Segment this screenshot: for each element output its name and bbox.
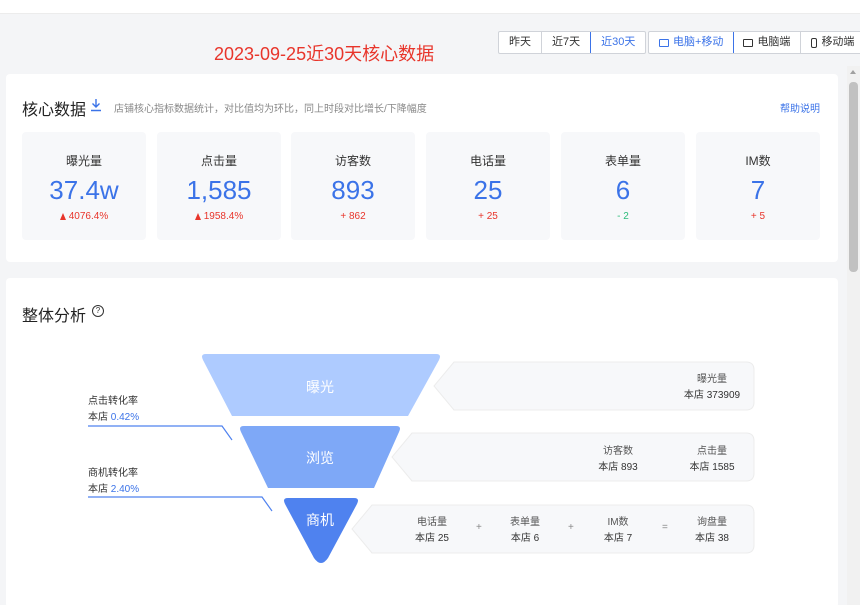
biz-box-label-im: IM数 — [607, 517, 629, 528]
equals-operator: = — [662, 522, 668, 533]
biz-box-value-im: 本店 7 — [603, 533, 633, 544]
browse-info-box — [391, 432, 755, 482]
metric-im[interactable]: IM数 7 + 5 — [696, 132, 820, 240]
up-arrow-icon — [59, 213, 66, 220]
metric-value: 37.4w — [49, 175, 119, 205]
metric-label: 电话量 — [469, 154, 506, 168]
core-data-description: 店铺核心指标数据统计，对比值均为环比，同上时段对比增长/下降幅度 — [114, 104, 427, 115]
funnel-label-biz: 商机 — [306, 512, 334, 528]
biz-box-value-inquiries: 本店 38 — [695, 533, 729, 544]
biz-rate-title: 商机转化率 — [88, 468, 138, 479]
devices-icon — [659, 38, 669, 47]
metric-value: 1,585 — [186, 175, 252, 205]
metric-clicks[interactable]: 点击量 1,585 1958.4% — [157, 132, 281, 240]
date-range-selector: 昨天 近7天 近30天 — [498, 31, 647, 54]
metric-forms[interactable]: 表单量 6 - 2 — [561, 132, 685, 240]
biz-box-label-forms: 表单量 — [510, 517, 540, 528]
date-option-7days[interactable]: 近7天 — [542, 32, 592, 53]
metric-visitors[interactable]: 访客数 893 + 862 — [291, 132, 415, 240]
click-rate-prefix: 本店 — [88, 412, 108, 423]
help-link[interactable]: 帮助说明 — [780, 100, 820, 115]
scroll-up-arrow-icon[interactable] — [850, 70, 856, 74]
scrollbar[interactable] — [847, 66, 860, 605]
device-option-pc[interactable]: 电脑端 — [733, 32, 802, 53]
device-option-mobile-label: 移动端 — [821, 36, 855, 48]
device-option-all-label: 电脑+移动 — [673, 36, 724, 48]
scroll-thumb[interactable] — [849, 82, 858, 272]
biz-box-value-forms: 本店 6 — [510, 533, 540, 544]
metric-change: + 25 — [478, 211, 498, 222]
metric-label: 访客数 — [334, 154, 371, 168]
click-rate-connector — [88, 425, 233, 441]
biz-rate-value: 本店 2.40% — [88, 480, 139, 495]
metric-change: 1958.4% — [203, 211, 244, 222]
biz-rate-connector — [88, 496, 273, 512]
device-option-all[interactable]: 电脑+移动 — [649, 32, 735, 53]
metric-label: 曝光量 — [65, 154, 102, 168]
biz-box-label-inquiries: 询盘量 — [697, 517, 727, 528]
exposure-box-label: 曝光量 — [697, 374, 727, 385]
device-selector: 电脑+移动 电脑端 移动端 — [648, 31, 860, 54]
metric-change: + 862 — [340, 211, 366, 222]
metric-value: 7 — [750, 175, 766, 205]
click-rate-value: 本店 0.42% — [88, 408, 139, 423]
device-option-pc-label: 电脑端 — [757, 36, 791, 48]
funnel-stage-biz — [284, 498, 358, 563]
core-data-card: 核心数据 店铺核心指标数据统计，对比值均为环比，同上时段对比增长/下降幅度 帮助… — [6, 74, 838, 262]
metric-label: 点击量 — [200, 154, 237, 168]
monitor-icon — [743, 38, 754, 47]
up-arrow-icon — [194, 213, 201, 220]
browse-box-value-clicks: 本店 1585 — [689, 462, 735, 473]
core-data-title: 核心数据 — [22, 102, 87, 119]
browse-box-value-visitors: 本店 893 — [598, 462, 638, 473]
funnel-label-exposure: 曝光 — [306, 379, 334, 395]
metric-value: 25 — [473, 175, 503, 205]
analysis-card: 整体分析 ? 曝光 浏览 商机 点击转化率 本店 0.42% 商机转化率 本店 … — [6, 278, 838, 605]
browse-box-label-clicks: 点击量 — [697, 446, 727, 457]
browse-box-label-visitors: 访客数 — [603, 446, 633, 457]
click-rate-title: 点击转化率 — [88, 396, 138, 407]
date-option-30days[interactable]: 近30天 — [590, 32, 646, 53]
plus-operator: + — [568, 522, 574, 533]
metric-label: IM数 — [745, 154, 771, 168]
metric-change: - 2 — [617, 211, 629, 222]
metric-change: + 5 — [750, 211, 766, 222]
biz-box-value-calls: 本店 25 — [415, 533, 449, 544]
metric-label: 表单量 — [604, 154, 641, 168]
metric-change: 4076.4% — [68, 211, 109, 222]
biz-rate-number: 2.40% — [110, 484, 140, 495]
date-option-yesterday[interactable]: 昨天 — [499, 32, 542, 53]
metric-value: 6 — [615, 175, 631, 205]
device-option-mobile[interactable]: 移动端 — [801, 32, 860, 53]
biz-box-label-calls: 电话量 — [417, 517, 447, 528]
funnel-label-browse: 浏览 — [306, 450, 334, 466]
click-rate-number: 0.42% — [110, 412, 140, 423]
report-title: 2023-09-25近30天核心数据 — [214, 44, 435, 64]
metric-exposure[interactable]: 曝光量 37.4w 4076.4% — [22, 132, 146, 240]
plus-operator: + — [476, 522, 482, 533]
biz-rate-prefix: 本店 — [88, 484, 108, 495]
exposure-box-value: 本店 373909 — [683, 390, 741, 401]
phone-icon — [811, 37, 818, 48]
metric-value: 893 — [331, 175, 375, 205]
metric-calls[interactable]: 电话量 25 + 25 — [426, 132, 550, 240]
top-strip — [0, 0, 860, 14]
download-icon[interactable] — [90, 98, 102, 112]
